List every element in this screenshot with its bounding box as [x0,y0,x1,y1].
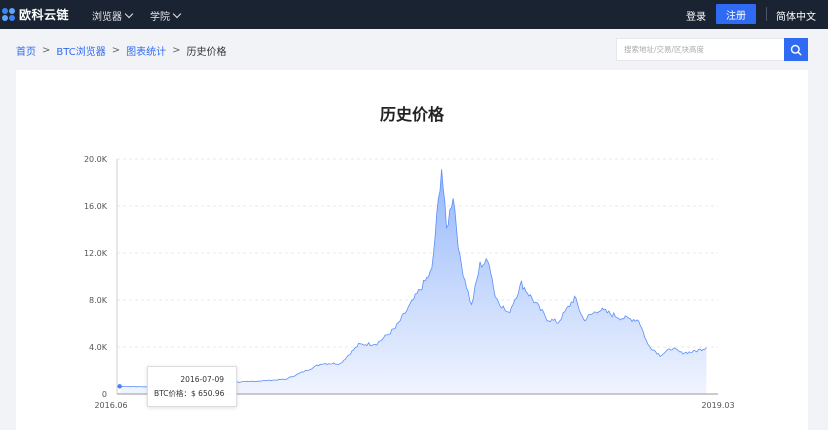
search-button[interactable] [784,38,808,61]
nav-browser-label: 浏览器 [92,12,122,23]
chevron-down-icon [172,9,182,19]
logo-mark-icon [2,7,16,22]
login-link[interactable]: 登录 [686,8,706,23]
nav-academy-menu[interactable]: 学院 [150,8,182,23]
breadcrumb-separator: > [172,45,181,56]
search-box [616,38,808,61]
y-tick-label: 16.0K [84,202,108,211]
nav-browser-menu[interactable]: 浏览器 [92,8,134,23]
search-icon [790,44,802,56]
tooltip-label: BTC价格： [154,389,192,398]
logo-text: 欧科云链 [19,8,70,22]
breadcrumb-chart-stats[interactable]: 图表统计 [126,43,166,58]
breadcrumb: 首页 > BTC浏览器 > 图表统计 > 历史价格 [16,43,227,58]
price-area [120,169,707,394]
tooltip-date: 2016-07-09 [180,375,224,384]
language-selector[interactable]: 简体中文 [776,8,816,23]
tooltip-value: $ 650.96 [191,389,225,398]
chevron-down-icon [124,9,134,19]
register-button[interactable]: 注册 [716,4,756,24]
hover-point [117,384,122,389]
breadcrumb-current: 历史价格 [186,47,227,58]
tooltip-price-row: BTC价格：$ 650.96 [154,387,230,401]
price-chart[interactable]: 0 4.0K 8.0K 12.0K 16.0K 20.0K 2016.06 2019.03 [16,70,808,430]
search-input[interactable] [617,39,785,60]
x-tick-label: 2019.03 [701,401,734,410]
x-tick-label: 2016.06 [94,401,127,410]
chart-card: 历史价格 0 4.0K 8.0K 12.0K 16.0K 20.0K 2016.06 2019… [16,70,808,430]
y-tick-label: 0 [102,390,107,399]
breadcrumb-separator: > [111,45,121,56]
breadcrumb-home[interactable]: 首页 [16,43,36,58]
logo[interactable]: 欧科云链 [2,6,69,23]
y-tick-label: 4.0K [89,343,108,352]
breadcrumb-btc-explorer[interactable]: BTC浏览器 [56,43,105,58]
nav-divider [766,7,767,21]
y-tick-label: 20.0K [84,155,108,164]
nav-academy-label: 学院 [150,12,170,23]
breadcrumb-separator: > [42,45,51,56]
y-tick-label: 12.0K [84,249,108,258]
chart-tooltip: 2016-07-09 BTC价格：$ 650.96 [147,366,237,407]
top-nav: 欧科云链 浏览器 学院 登录 注册 简体中文 [0,0,828,29]
y-tick-label: 8.0K [89,296,108,305]
